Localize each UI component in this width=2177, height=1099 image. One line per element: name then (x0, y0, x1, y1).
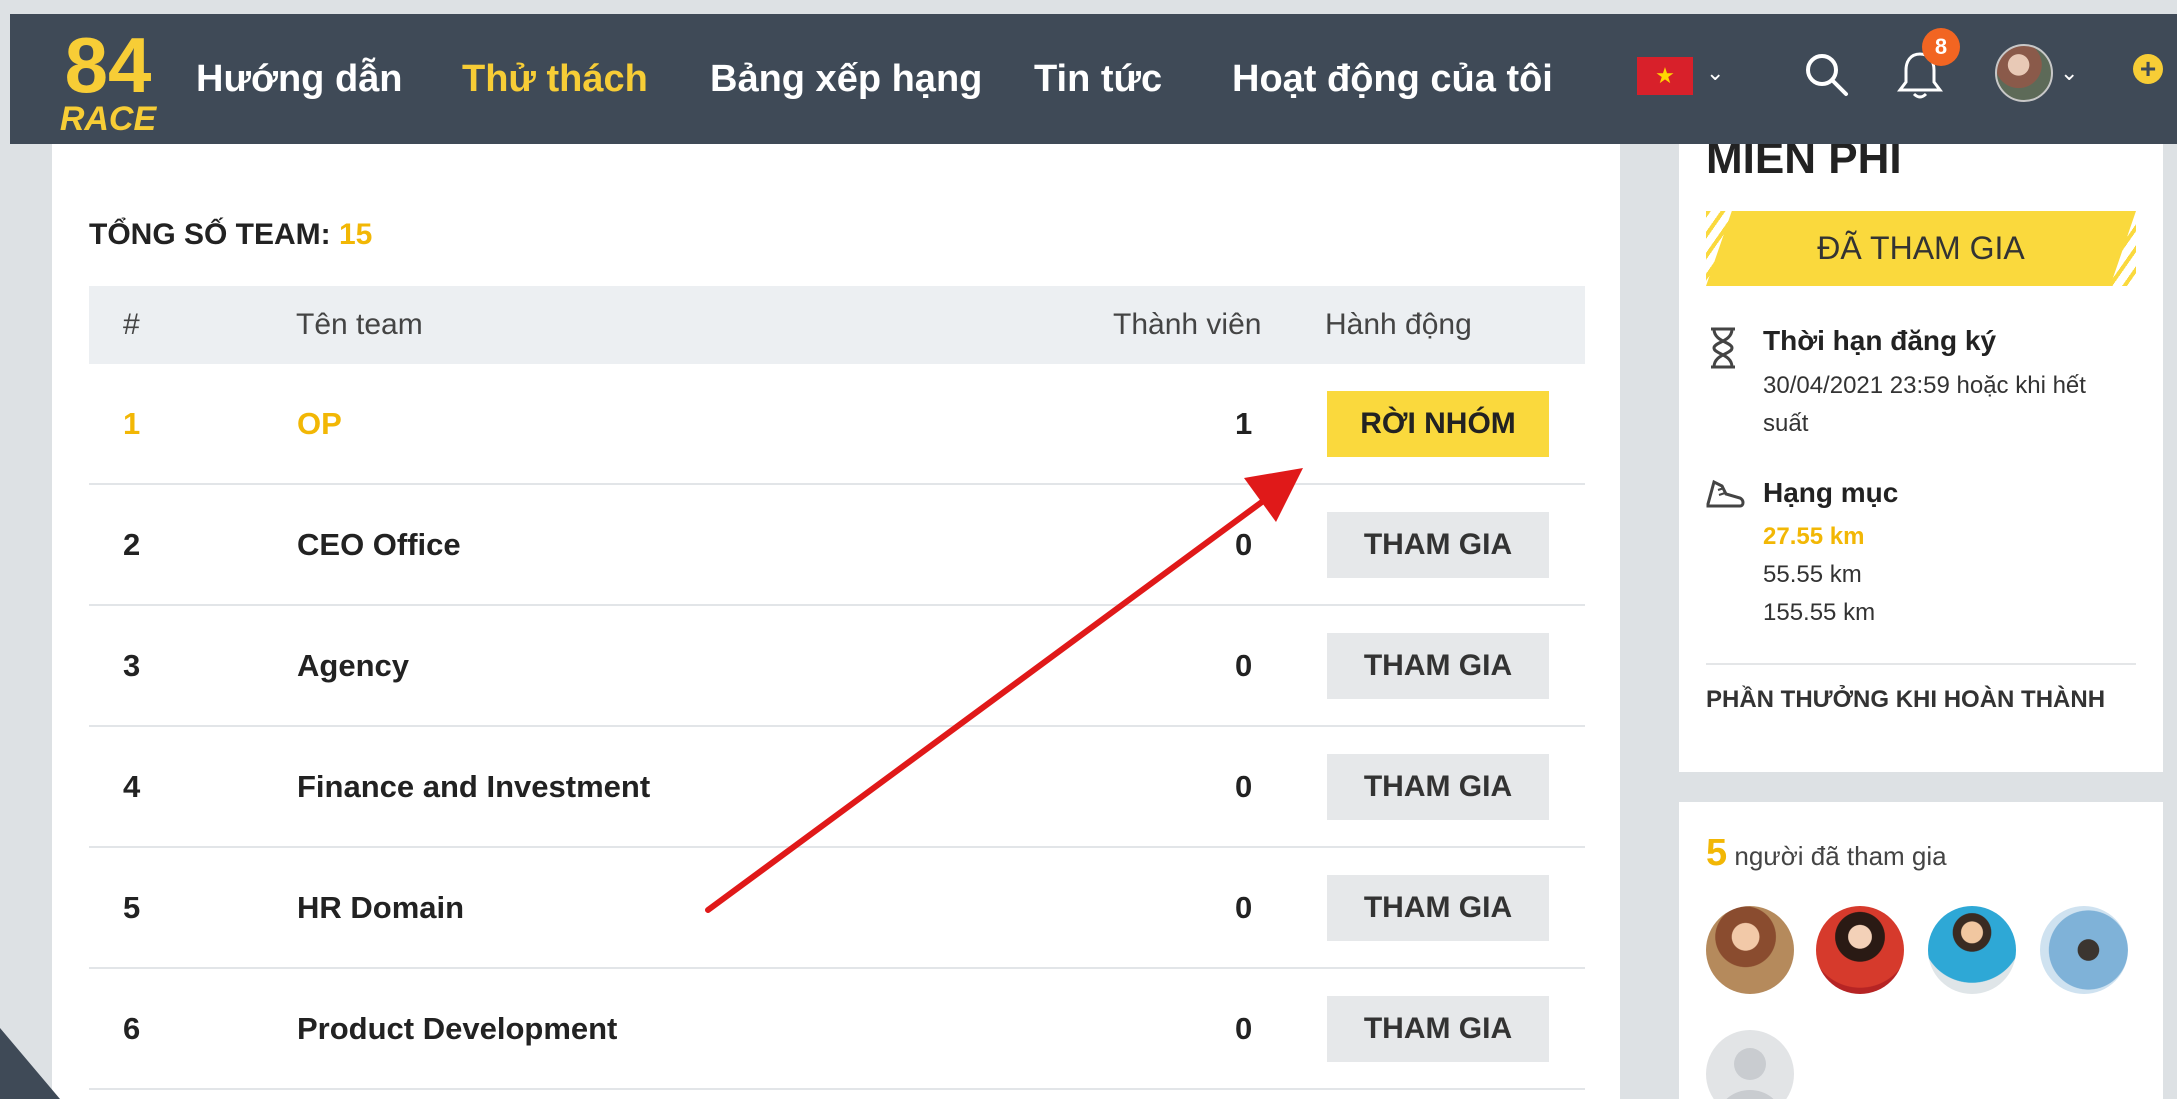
column-header-members: Thành viên (1113, 308, 1262, 341)
logo-number: 84 (65, 24, 152, 109)
total-teams: TỔNG SỐ TEAM: 15 (89, 218, 372, 252)
deadline-date-continued: suất (1763, 410, 1809, 437)
row-index: 3 (123, 647, 141, 683)
leave-team-button[interactable]: RỜI NHÓM (1327, 391, 1549, 457)
join-team-button[interactable]: THAM GIA (1327, 996, 1549, 1062)
deadline-title: Thời hạn đăng ký (1763, 325, 1997, 356)
nav-link-leaderboard[interactable]: Bảng xếp hạng (710, 14, 982, 144)
participant-avatar[interactable] (1928, 906, 2016, 994)
team-name[interactable]: OP (297, 364, 342, 483)
category-option[interactable]: 155.55 km (1763, 594, 1875, 632)
table-header: # Tên team Thành viên Hành động (89, 286, 1585, 364)
joined-status-banner: ĐÃ THAM GIA (1706, 211, 2136, 286)
nav-link-my-activity[interactable]: Hoạt động của tôi (1232, 14, 1553, 144)
chevron-down-icon[interactable]: ⌄ (2060, 60, 2078, 86)
chevron-down-icon[interactable]: ⌄ (1706, 60, 1724, 86)
nav-link-challenges[interactable]: Thử thách (462, 14, 648, 144)
team-name[interactable]: HR Domain (297, 848, 464, 967)
team-name[interactable]: Agency (297, 606, 409, 725)
member-count: 0 (1235, 647, 1253, 683)
participants-count: 5 (1706, 832, 1728, 874)
table-row: 4 Finance and Investment 0 THAM GIA (89, 727, 1585, 848)
join-team-button[interactable]: THAM GIA (1327, 754, 1549, 820)
team-name[interactable]: Product Development (297, 969, 617, 1088)
row-index: 6 (123, 1010, 141, 1046)
category-title: Hạng mục (1763, 477, 1899, 508)
nav-link-news[interactable]: Tin tức (1034, 14, 1162, 144)
total-teams-count: 15 (339, 218, 373, 251)
table-row: 2 CEO Office 0 THAM GIA (89, 485, 1585, 606)
category-option[interactable]: 55.55 km (1763, 556, 1862, 594)
user-avatar[interactable] (1995, 44, 2053, 102)
row-index: 5 (123, 889, 141, 925)
price-title: MIỄN PHÍ (1706, 144, 1902, 174)
sidebar-edge (0, 1028, 60, 1099)
participants-label: người đã tham gia (1734, 841, 1947, 871)
join-team-button[interactable]: THAM GIA (1327, 875, 1549, 941)
column-header-index: # (123, 308, 140, 341)
participants-summary: 5 người đã tham gia (1706, 832, 1947, 875)
total-teams-label: TỔNG SỐ TEAM: (89, 218, 331, 251)
join-team-button[interactable]: THAM GIA (1327, 512, 1549, 578)
table-row: 1 OP 1 RỜI NHÓM (89, 364, 1585, 485)
member-count: 1 (1235, 405, 1253, 441)
vietnam-flag-icon[interactable]: ★ (1637, 57, 1693, 95)
team-name[interactable]: Finance and Investment (297, 727, 650, 846)
reward-link[interactable]: PHẦN THƯỞNG KHI HOÀN THÀNH (1706, 686, 2105, 714)
row-index: 4 (123, 768, 141, 804)
notification-badge: 8 (1922, 28, 1960, 66)
participant-avatar[interactable] (1706, 906, 1794, 994)
category-option-selected[interactable]: 27.55 km (1763, 523, 1864, 551)
running-shoe-icon (1706, 479, 1745, 508)
column-header-action: Hành động (1325, 308, 1472, 341)
member-count: 0 (1235, 526, 1253, 562)
member-count: 0 (1235, 889, 1253, 925)
table-row: 3 Agency 0 THAM GIA (89, 606, 1585, 727)
table-row: 6 Product Development 0 THAM GIA (89, 969, 1585, 1090)
participant-avatar[interactable] (1816, 906, 1904, 994)
logo-text: RACE (60, 100, 158, 136)
hourglass-icon (1711, 327, 1735, 369)
row-index: 1 (123, 405, 141, 441)
deadline-date: 30/04/2021 23:59 hoặc khi hết (1763, 372, 2086, 399)
row-index: 2 (123, 526, 141, 562)
team-name[interactable]: CEO Office (297, 485, 461, 604)
join-team-button[interactable]: THAM GIA (1327, 633, 1549, 699)
table-row: 5 HR Domain 0 THAM GIA (89, 848, 1585, 969)
plus-circle-icon[interactable]: + (2133, 54, 2163, 84)
top-navbar: 84 RACE Hướng dẫn Thử thách Bảng xếp hạn… (10, 14, 2177, 144)
participant-avatar[interactable] (2040, 906, 2128, 994)
member-count: 0 (1235, 1010, 1253, 1046)
member-count: 0 (1235, 768, 1253, 804)
nav-link-guide[interactable]: Hướng dẫn (196, 14, 403, 144)
search-icon[interactable] (1802, 50, 1850, 98)
column-header-team-name: Tên team (296, 308, 423, 341)
divider (1706, 663, 2136, 665)
84race-logo[interactable]: 84 RACE (50, 24, 166, 136)
